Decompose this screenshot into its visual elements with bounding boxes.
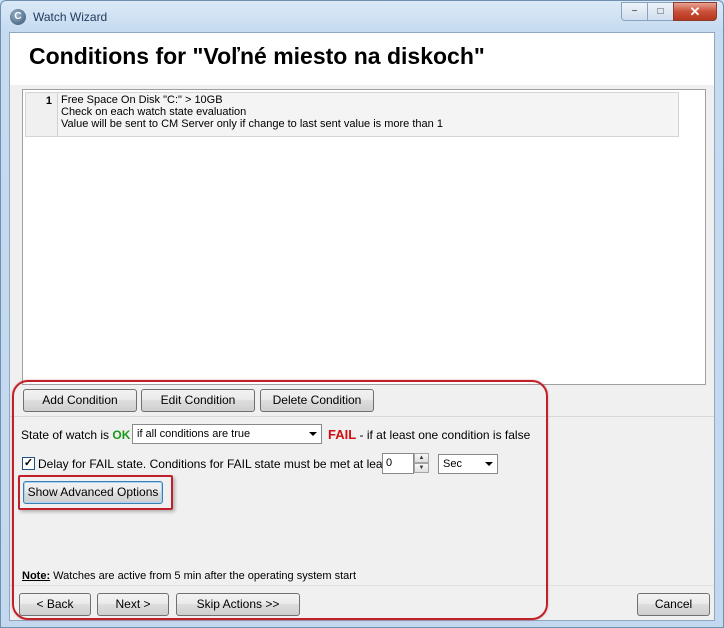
condition-line-2: Check on each watch state evaluation [61,106,247,118]
footer-separator [10,585,714,586]
condition-line-3: Value will be sent to CM Server only if … [61,118,443,130]
condition-number: 1 [26,93,58,136]
skip-actions-button[interactable]: Skip Actions >> [176,593,300,616]
cancel-button[interactable]: Cancel [637,593,710,616]
maximize-button[interactable]: □ [647,2,673,21]
delay-value-input[interactable]: 0 [382,453,414,474]
condition-mode-value: if all conditions are true [137,428,251,440]
watch-wizard-window: C Watch Wizard − □ ✕ Conditions for "Voľ… [0,0,724,628]
edit-condition-button[interactable]: Edit Condition [141,389,255,412]
delete-condition-button[interactable]: Delete Condition [260,389,374,412]
wizard-client-area: Conditions for "Voľné miesto na diskoch"… [9,32,715,621]
fail-label: FAIL [328,427,357,442]
delay-fail-checkbox[interactable]: ✓ [22,457,35,470]
delay-spinner[interactable]: ▲ ▼ [414,453,429,474]
state-prefix-label: State of watch is OK [21,428,130,442]
note-label: Note: [22,570,51,582]
delay-fail-label: Delay for FAIL state. Conditions for FAI… [38,457,392,471]
delay-unit-value: Sec [443,458,462,470]
add-condition-button[interactable]: Add Condition [23,389,137,412]
back-button[interactable]: < Back [19,593,91,616]
title-bar: C Watch Wizard − □ ✕ [1,1,723,33]
spin-down-icon[interactable]: ▼ [414,463,429,473]
note-text: Note: Watches are active from 5 min afte… [22,570,356,582]
conditions-list[interactable]: 1 Free Space On Disk "C:" > 10GB Check o… [22,89,706,385]
delay-unit-select[interactable]: Sec [438,454,498,474]
fail-suffix: - if at least one condition is false [359,428,531,442]
show-advanced-options-button[interactable]: Show Advanced Options [23,481,163,504]
caption-buttons: − □ ✕ [621,2,717,22]
app-icon: C [10,9,26,25]
chevron-down-icon [309,432,317,436]
fail-description: FAIL - if at least one condition is fals… [328,427,530,442]
state-prefix: State of watch is [21,428,110,442]
condition-row[interactable]: 1 Free Space On Disk "C:" > 10GB Check o… [25,92,679,137]
page-title: Conditions for "Voľné miesto na diskoch" [29,43,485,69]
condition-mode-select[interactable]: if all conditions are true [132,424,322,444]
note-body: Watches are active from 5 min after the … [53,570,356,582]
chevron-down-icon [485,462,493,466]
spin-up-icon[interactable]: ▲ [414,453,429,463]
ok-label: OK [112,428,131,442]
window-title: Watch Wizard [33,10,108,24]
minimize-button[interactable]: − [621,2,647,21]
condition-line-1: Free Space On Disk "C:" > 10GB [61,94,223,106]
next-button[interactable]: Next > [97,593,169,616]
close-button[interactable]: ✕ [673,2,717,21]
condition-text: Free Space On Disk "C:" > 10GB Check on … [58,93,446,136]
checkmark-icon: ✓ [23,457,34,469]
wizard-header: Conditions for "Voľné miesto na diskoch" [10,33,714,85]
separator [10,416,714,417]
